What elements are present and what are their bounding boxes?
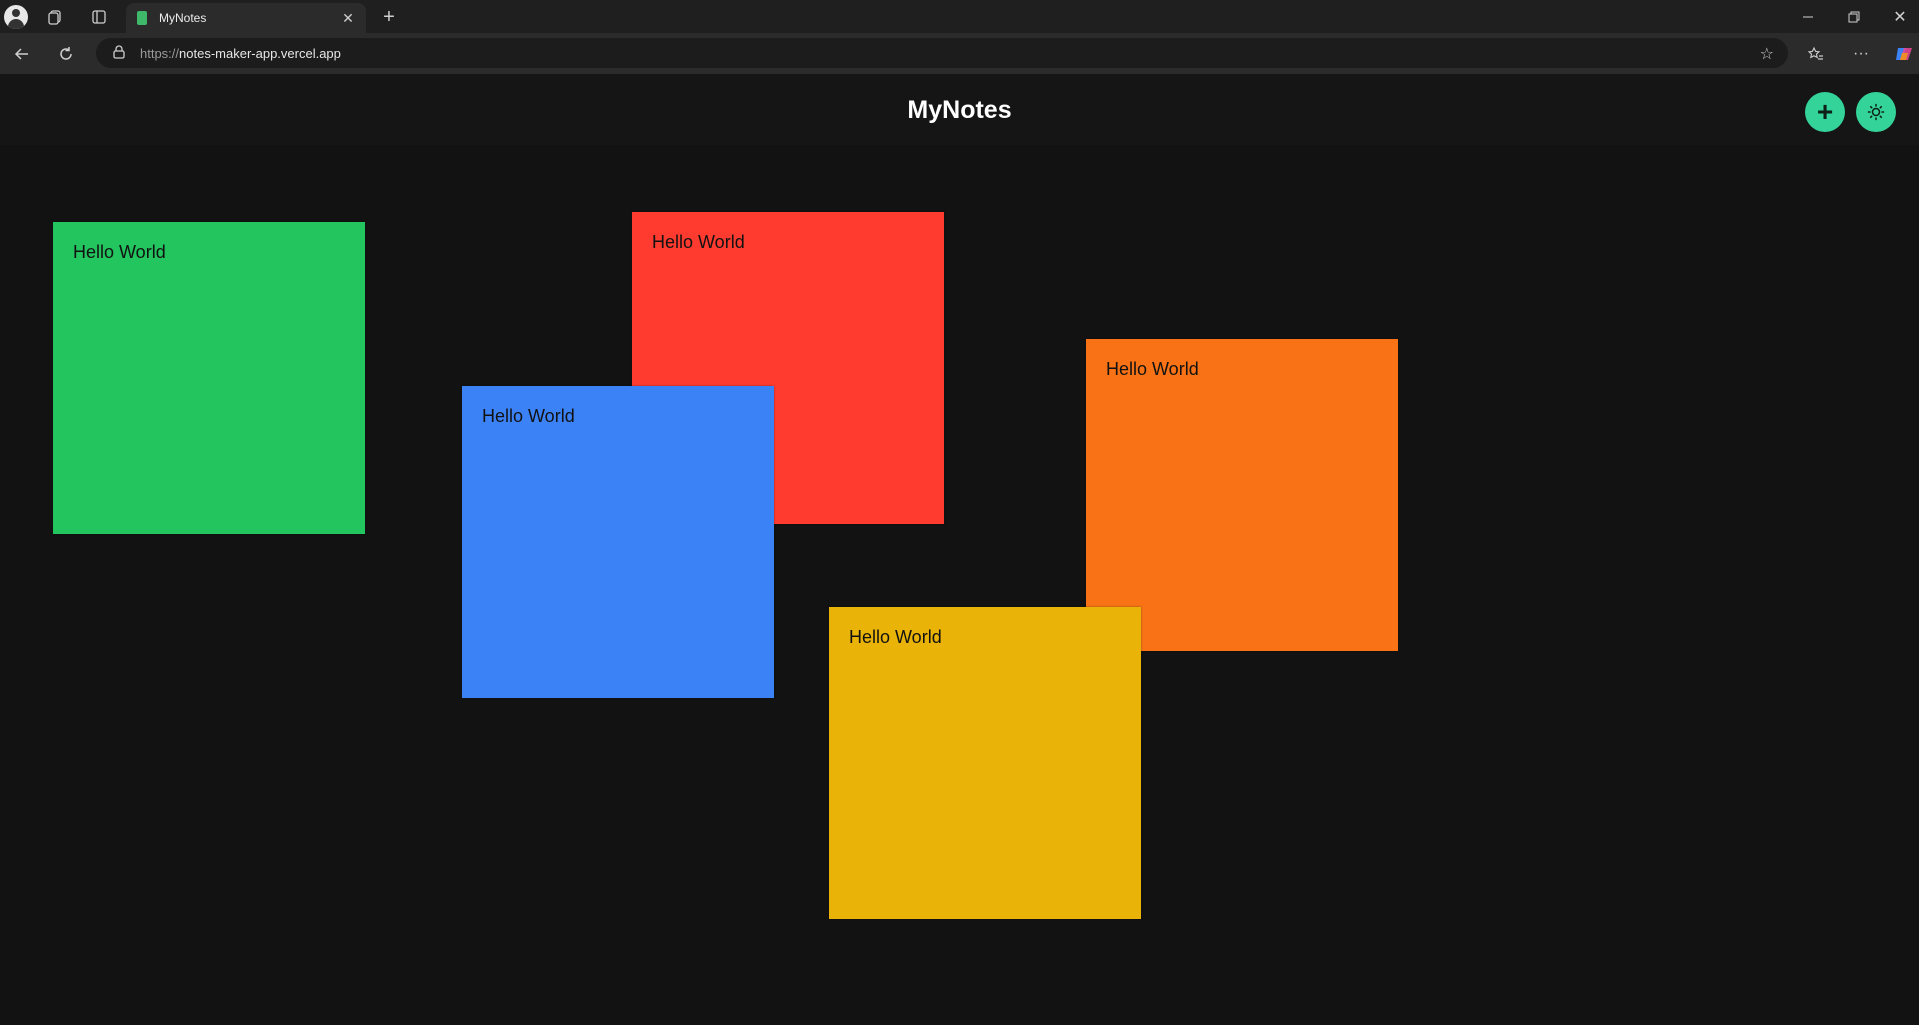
- url-text: https://notes-maker-app.vercel.app: [140, 45, 341, 61]
- restore-icon[interactable]: [1842, 6, 1866, 28]
- page-title: MyNotes: [907, 96, 1012, 124]
- note-text[interactable]: Hello World: [482, 406, 754, 427]
- browser-tab[interactable]: MyNotes ✕: [126, 3, 366, 33]
- note-card[interactable]: Hello World: [53, 222, 365, 534]
- favorite-star-icon[interactable]: ☆: [1760, 44, 1774, 64]
- back-arrow-icon[interactable]: [10, 42, 34, 66]
- plus-icon: +: [1816, 96, 1834, 127]
- notes-favicon-icon: [137, 11, 147, 25]
- app-header: MyNotes +: [0, 74, 1919, 145]
- tab-actions-icon[interactable]: [88, 6, 110, 28]
- minimize-icon[interactable]: [1796, 6, 1820, 28]
- new-tab-plus-icon[interactable]: +: [378, 6, 400, 28]
- note-card[interactable]: Hello World: [829, 607, 1141, 919]
- note-card[interactable]: Hello World: [1086, 339, 1398, 651]
- note-text[interactable]: Hello World: [1106, 359, 1378, 380]
- browser-address-bar: https://notes-maker-app.vercel.app ☆ ···: [0, 33, 1919, 74]
- copilot-icon[interactable]: [1892, 42, 1916, 66]
- note-text[interactable]: Hello World: [73, 242, 345, 263]
- url-field[interactable]: https://notes-maker-app.vercel.app ☆: [96, 38, 1788, 68]
- more-options-icon[interactable]: ···: [1849, 42, 1873, 66]
- note-card[interactable]: Hello World: [462, 386, 774, 698]
- browser-tab-bar: MyNotes ✕ + ✕: [0, 0, 1919, 33]
- tab-close-icon[interactable]: ✕: [340, 10, 356, 26]
- reload-icon[interactable]: [54, 42, 78, 66]
- sun-icon: [1867, 103, 1885, 121]
- tab-title: MyNotes: [159, 11, 207, 25]
- collections-icon[interactable]: [44, 6, 66, 28]
- favorites-list-icon[interactable]: [1804, 42, 1828, 66]
- note-text[interactable]: Hello World: [652, 232, 924, 253]
- add-note-button[interactable]: +: [1805, 92, 1845, 132]
- app-canvas: MyNotes + Hello World Hello World Hello …: [0, 74, 1919, 1025]
- note-text[interactable]: Hello World: [849, 627, 1121, 648]
- window-close-icon[interactable]: ✕: [1888, 6, 1912, 28]
- lock-icon: [113, 44, 127, 62]
- profile-avatar[interactable]: [4, 5, 28, 29]
- toggle-theme-button[interactable]: [1856, 92, 1896, 132]
